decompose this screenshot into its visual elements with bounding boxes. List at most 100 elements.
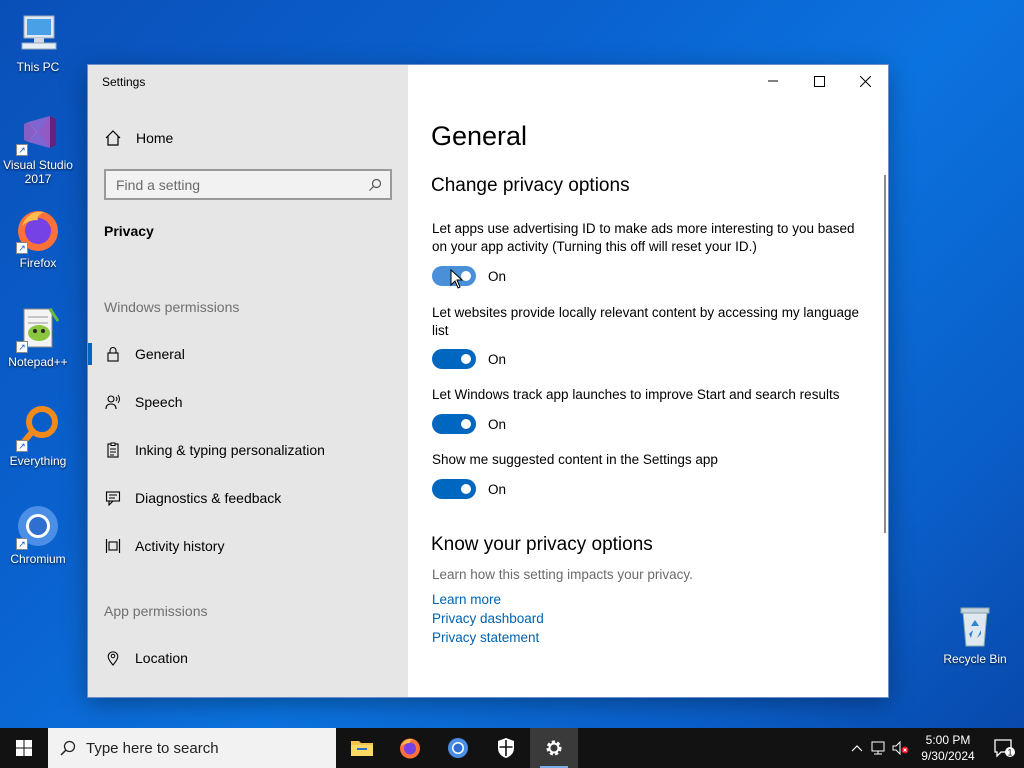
desktop-icon-label: This PC [16,60,60,74]
maximize-button[interactable] [796,65,842,97]
minimize-icon [768,80,778,82]
desktop-icon-notepadpp[interactable]: ↗ Notepad++ [0,305,76,369]
notification-icon: 1 [994,739,1015,758]
chromium-icon: ↗ [14,502,62,550]
setting-app-launches-text: Let Windows track app launches to improv… [432,387,840,402]
folder-icon [351,741,373,756]
toggle-state: On [488,351,507,367]
desktop-icon-firefox[interactable]: ↗ Firefox [0,206,76,270]
sidebar-item-general[interactable]: General [88,334,408,374]
setting-advertising-id-row: On [432,266,506,286]
desktop-icon-label: Firefox [19,256,57,270]
setting-suggested-content-text: Show me suggested content in the Setting… [432,452,718,467]
start-button[interactable] [0,728,48,768]
page-title: General [431,121,528,151]
toggle-state: On [488,416,507,432]
speech-icon [104,393,122,411]
sidebar-item-activity-history[interactable]: Activity history [88,526,408,566]
settings-window: Settings Home Find a setting Privacy Win… [88,65,888,697]
shield-icon [498,738,514,758]
computer-icon [14,10,62,58]
know-privacy-description: Learn how this setting impacts your priv… [432,567,693,582]
recycle-bin-icon [951,602,999,650]
taskbar-search-box[interactable]: Type here to search [48,728,336,768]
setting-advertising-id-text: Let apps use advertising ID to make ads … [432,221,855,254]
desktop-icon-everything[interactable]: ↗ Everything [0,404,76,468]
language-list-toggle[interactable] [432,349,476,369]
shortcut-arrow-icon: ↗ [16,538,28,550]
privacy-dashboard-link[interactable]: Privacy dashboard [432,611,544,626]
show-hidden-icons-button[interactable] [846,744,868,752]
sidebar-item-label: Speech [135,394,183,410]
chevron-up-icon [851,745,863,752]
taskbar-clock[interactable]: 5:00 PM 9/30/2024 [912,732,984,764]
learn-more-link[interactable]: Learn more [432,592,501,607]
everything-search-icon: ↗ [14,404,62,452]
section-title: Change privacy options [431,175,630,196]
clipboard-icon [104,441,122,459]
close-button[interactable] [842,65,888,97]
desktop-icon-label: Notepad++ [8,355,68,369]
desktop-icon-chromium[interactable]: ↗ Chromium [0,502,76,566]
setting-language-list-text: Let websites provide locally relevant co… [432,305,859,338]
feedback-icon [104,489,122,507]
sidebar-item-location[interactable]: Location [88,638,408,678]
system-tray: 5:00 PM 9/30/2024 1 [846,728,1024,768]
toggle-state: On [488,481,507,497]
nav-home-label: Home [136,130,174,146]
close-icon [859,75,871,87]
suggested-content-toggle[interactable] [432,479,476,499]
gear-icon [546,740,562,756]
nav-home[interactable]: Home [104,127,173,149]
content-scrollbar[interactable] [884,175,886,533]
lock-icon [104,345,122,363]
shortcut-arrow-icon: ↗ [16,341,28,353]
firefox-icon [400,738,420,759]
taskbar-chromium[interactable] [434,728,482,768]
setting-language-list-row: On [432,349,506,369]
notification-count: 1 [1007,748,1012,758]
setting-app-launches-row: On [432,414,506,434]
shortcut-arrow-icon: ↗ [16,144,28,156]
firefox-icon: ↗ [14,206,62,254]
desktop-icon-visual-studio[interactable]: ↗ Visual Studio 2017 [0,108,76,186]
sidebar-item-label: Activity history [135,538,225,554]
desktop-icon-recycle-bin[interactable]: Recycle Bin [937,602,1013,666]
app-permissions-label: App permissions [104,603,208,619]
sidebar-item-inking-typing[interactable]: Inking & typing personalization [88,430,408,470]
clock-date: 9/30/2024 [921,749,975,763]
window-title: Settings [102,75,146,89]
windows-permissions-label: Windows permissions [104,299,240,315]
taskbar-firefox[interactable] [386,728,434,768]
search-icon [369,178,382,191]
find-setting-input[interactable]: Find a setting [104,169,392,200]
taskbar-windows-security[interactable] [482,728,530,768]
network-button[interactable] [868,741,890,755]
clock-time: 5:00 PM [925,733,971,747]
desktop-icon-this-pc[interactable]: This PC [0,10,76,74]
maximize-icon [813,75,825,87]
sidebar-item-diagnostics[interactable]: Diagnostics & feedback [88,478,408,518]
action-center-button[interactable]: 1 [984,738,1024,758]
app-launches-toggle[interactable] [432,414,476,434]
privacy-statement-link[interactable]: Privacy statement [432,630,539,645]
windows-logo-icon [16,740,32,756]
taskbar-settings[interactable] [530,728,578,768]
settings-content: General Change privacy options Let apps … [408,65,888,697]
home-icon [105,130,121,146]
shortcut-arrow-icon: ↗ [16,242,28,254]
desktop-icon-label: Recycle Bin [943,652,1007,666]
sidebar-item-label: Inking & typing personalization [135,442,325,458]
minimize-button[interactable] [750,65,796,97]
search-placeholder: Find a setting [116,176,201,193]
volume-muted-icon [892,741,909,755]
desktop-icon-label: Chromium [10,552,66,566]
timeline-icon [104,537,122,555]
taskbar-file-explorer[interactable] [338,728,386,768]
volume-button[interactable] [890,741,912,755]
sidebar-item-speech[interactable]: Speech [88,382,408,422]
setting-suggested-content-row: On [432,479,506,499]
notepadpp-icon: ↗ [14,305,62,353]
network-icon [871,741,885,755]
taskbar-search-placeholder: Type here to search [86,739,219,757]
